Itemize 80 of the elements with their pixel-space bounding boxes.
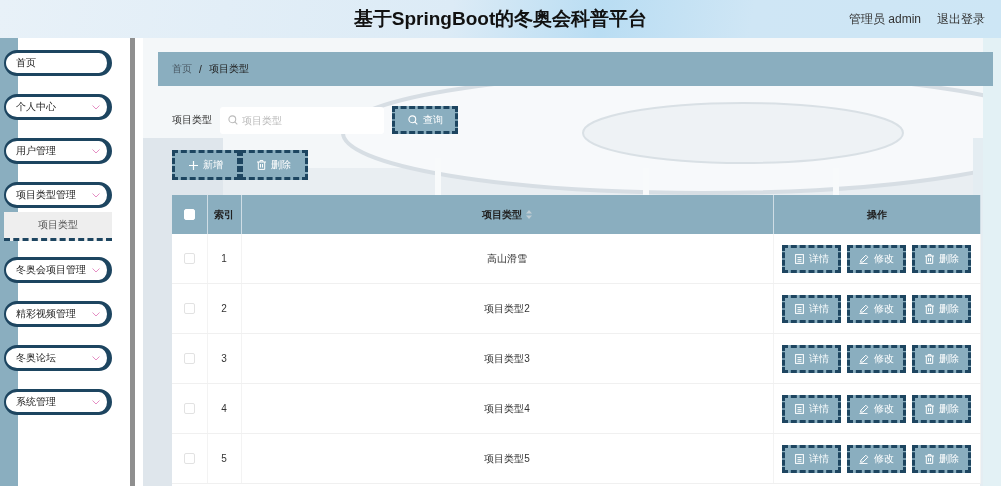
breadcrumb-current: 项目类型 [208,62,249,76]
document-icon [794,253,804,264]
menu-item[interactable]: 系统管理 [4,389,112,415]
sort-icon[interactable] [526,210,532,220]
edit-button[interactable]: 修改 [847,394,906,423]
user-label: 管理员 admin [848,10,921,28]
chevron-down-icon [92,267,100,273]
detail-button[interactable]: 详情 [782,444,841,473]
breadcrumb-separator: / [199,63,202,75]
trash-icon [924,453,934,464]
chevron-down-icon [92,192,100,198]
table-cell: 3 [221,353,227,364]
column-header[interactable]: 项目类型 [482,208,522,220]
plus-icon [189,160,198,170]
row-checkbox[interactable] [183,353,195,365]
pencil-icon [859,403,869,414]
menu-item[interactable]: 精彩视频管理 [4,301,112,327]
table-cell: 2 [221,303,227,314]
delete-button[interactable]: 删除 [912,244,971,273]
document-icon [794,453,804,464]
row-checkbox[interactable] [183,253,195,265]
pencil-icon [859,303,869,314]
table-cell: 项目类型2 [484,302,530,314]
breadcrumb-link[interactable]: 首页 [172,62,192,76]
chevron-down-icon [92,311,100,317]
detail-button[interactable]: 详情 [782,394,841,423]
logout-link[interactable]: 退出登录 [937,10,985,28]
table-cell: 5 [221,453,227,464]
delete-button[interactable]: 删除 [912,444,971,473]
pencil-icon [859,453,869,464]
menu-item[interactable]: 项目类型管理 [4,182,112,208]
document-icon [794,403,804,414]
detail-button[interactable]: 详情 [782,294,841,323]
detail-button[interactable]: 详情 [782,344,841,373]
trash-icon [924,403,934,414]
table-cell: 高山滑雪 [487,252,527,264]
row-checkbox[interactable] [183,403,195,415]
search-label: 项目类型 [172,113,212,127]
menu-item[interactable]: 首页 [4,50,112,76]
delete-button[interactable]: 删除 [912,344,971,373]
trash-icon [924,303,934,314]
row-checkbox[interactable] [183,303,195,315]
pencil-icon [859,253,869,264]
table-cell: 项目类型3 [484,352,530,364]
edit-button[interactable]: 修改 [847,244,906,273]
add-button[interactable]: 新增 [172,150,240,180]
chevron-down-icon [92,399,100,405]
edit-button[interactable]: 修改 [847,344,906,373]
submenu-item[interactable]: 项目类型 [4,212,112,241]
select-all-checkbox[interactable] [183,209,195,221]
document-icon [794,303,804,314]
edit-button[interactable]: 修改 [847,444,906,473]
app-title: 基于SpringBoot的冬奥会科普平台 [353,8,648,29]
chevron-down-icon [92,104,100,110]
delete-button[interactable]: 删除 [912,294,971,323]
edit-button[interactable]: 修改 [847,294,906,323]
menu-item[interactable]: 冬奥论坛 [4,345,112,371]
trash-icon [924,353,934,364]
menu-item[interactable]: 个人中心 [4,94,112,120]
table-cell: 项目类型4 [484,402,530,414]
chevron-down-icon [92,355,100,361]
menu-item[interactable]: 用户管理 [4,138,112,164]
search-icon [407,115,418,125]
trash-icon [924,253,934,264]
delete-button[interactable]: 删除 [240,150,308,180]
menu-item[interactable]: 冬奥会项目管理 [4,257,112,283]
search-button[interactable]: 查询 [392,106,458,134]
column-header: 索引 [214,208,234,220]
document-icon [794,353,804,364]
table-cell: 项目类型5 [484,452,530,464]
trash-icon [257,160,266,170]
search-icon [228,114,238,125]
row-checkbox[interactable] [183,453,195,465]
chevron-down-icon [92,148,100,154]
table-cell: 4 [221,403,227,414]
delete-button[interactable]: 删除 [912,394,971,423]
pencil-icon [859,353,869,364]
detail-button[interactable]: 详情 [782,244,841,273]
column-header: 操作 [866,208,887,220]
table-cell: 1 [221,253,227,264]
